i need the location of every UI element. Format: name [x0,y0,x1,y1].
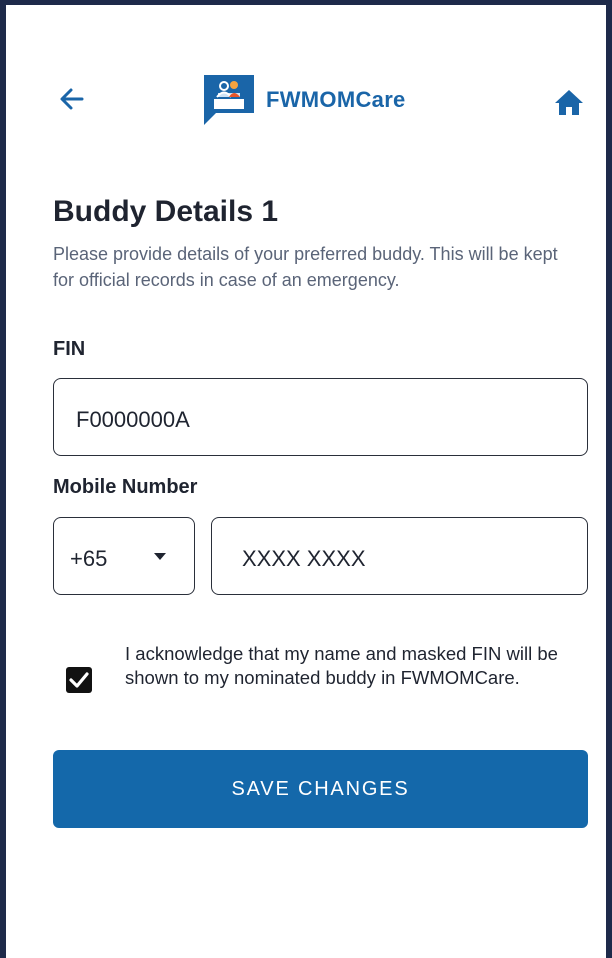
fin-input[interactable]: F0000000A [53,378,588,456]
arrow-left-icon [60,88,84,110]
checkmark-icon [69,672,89,688]
mobile-number-value: XXXX XXXX [242,546,366,571]
save-changes-button[interactable]: SAVE CHANGES [53,750,588,828]
chevron-down-icon [154,553,166,560]
app-screen: FWMOMCare Buddy Details 1 Please provide… [0,0,612,958]
country-code-value: +65 [70,546,108,571]
mobile-number-label: Mobile Number [53,476,198,498]
page-description: Please provide details of your preferred… [53,244,558,290]
app-logo: FWMOMCare [202,73,406,127]
home-button[interactable] [552,85,586,119]
acknowledgement-text: I acknowledge that my name and masked FI… [125,643,558,688]
fwmomcare-logo-icon [204,75,254,125]
country-code-select[interactable]: +65 [53,517,195,595]
fin-value: F0000000A [76,407,190,432]
mobile-number-input[interactable]: XXXX XXXX [211,517,588,595]
home-icon [555,90,583,115]
acknowledgement-checkbox[interactable] [66,667,92,693]
app-name: FWMOMCare [266,87,406,112]
fin-label: FIN [53,338,86,360]
page-title: Buddy Details 1 [53,195,279,228]
back-button[interactable] [56,83,88,115]
